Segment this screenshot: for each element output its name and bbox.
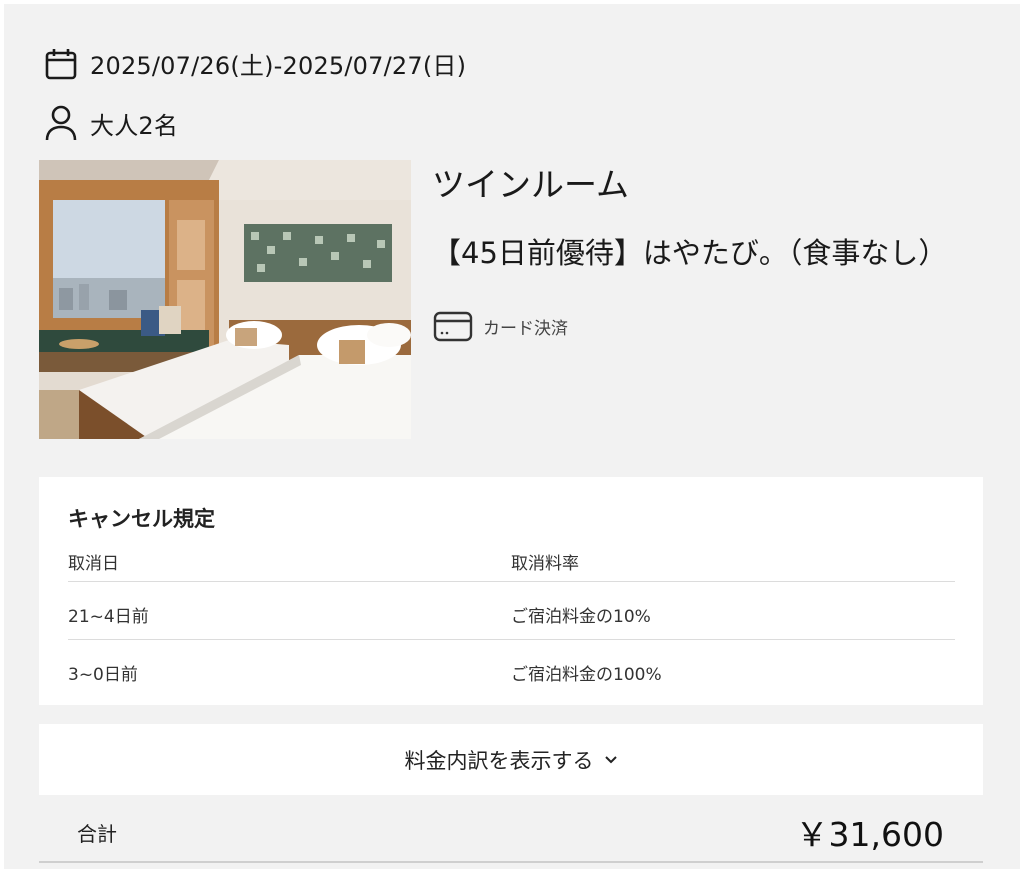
guests-row: 大人2名 [44, 104, 178, 142]
total-label: 合計 [77, 822, 117, 846]
column-cancel-date: 取消日 [68, 554, 119, 574]
stay-dates: 2025/07/26(土)-2025/07/27(日) [90, 52, 467, 80]
room-name: ツインルーム [432, 165, 630, 204]
twin-room-photo [39, 160, 411, 439]
payment-label: カード決済 [483, 318, 568, 339]
column-cancel-rate: 取消料率 [511, 554, 579, 574]
payment-method: カード決済 [433, 310, 568, 342]
price-breakdown-toggle[interactable]: 料金内訳を表示する [39, 724, 983, 795]
guest-count: 大人2名 [90, 111, 179, 140]
cancellation-title: キャンセル規定 [68, 507, 215, 531]
credit-card-icon [433, 311, 473, 342]
cancellation-policy: キャンセル規定 取消日 取消料率 21~4日前 ご宿泊料金の10% 3~0日前 … [39, 477, 983, 705]
chevron-down-icon [604, 755, 617, 763]
total-amount: ￥31,600 [795, 815, 944, 854]
cancel-date-cell: 21~4日前 [68, 607, 149, 627]
cancel-rate-cell: ご宿泊料金の100% [511, 665, 662, 685]
divider [68, 639, 955, 640]
total-divider [39, 861, 983, 863]
cancel-date-cell: 3~0日前 [68, 665, 138, 685]
stay-dates-row: 2025/07/26(土)-2025/07/27(日) [44, 46, 466, 81]
price-breakdown-label: 料金内訳を表示する [404, 748, 594, 773]
plan-name: 【45日前優待】はやたび。（食事なし） [432, 236, 948, 270]
person-icon [45, 105, 77, 141]
divider [68, 581, 955, 582]
calendar-icon [45, 48, 77, 79]
cancel-rate-cell: ご宿泊料金の10% [511, 607, 651, 627]
